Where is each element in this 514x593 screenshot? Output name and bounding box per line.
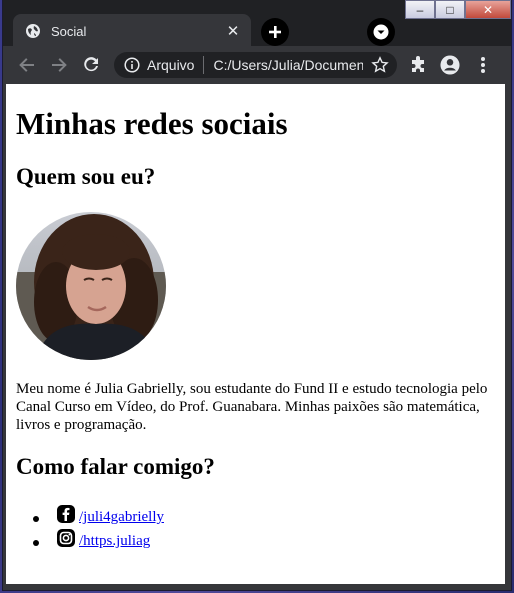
omnibox-divider	[203, 56, 205, 74]
reload-icon[interactable]	[81, 55, 101, 75]
avatar	[16, 212, 166, 360]
new-tab-button[interactable]	[261, 18, 289, 46]
puzzle-icon[interactable]	[408, 55, 428, 75]
window-controls: – □ ✕	[405, 0, 511, 20]
instagram-link[interactable]: /https.juliag	[79, 533, 150, 550]
omnibox-label: Arquivo	[147, 57, 195, 73]
about-heading: Quem sou eu?	[16, 164, 156, 189]
plus-icon	[269, 26, 281, 38]
list-item: /juli4gabrielly	[16, 502, 164, 526]
tab-title: Social	[51, 23, 87, 39]
maximize-button[interactable]: □	[435, 0, 465, 19]
page-content: Minhas redes sociais Quem sou eu? Meu no…	[6, 84, 505, 584]
close-window-button[interactable]: ✕	[465, 0, 511, 19]
menu-icon[interactable]	[473, 55, 493, 75]
tab-close-icon[interactable]: ✕	[225, 22, 241, 40]
bio-paragraph: Meu nome é Julia Gabrielly, sou estudant…	[16, 381, 488, 433]
toolbar: Arquivo C:/Users/Julia/Documents/...	[3, 46, 511, 84]
window-bottom-border	[3, 584, 511, 590]
tab-search-button[interactable]	[367, 18, 395, 46]
browser-window: Social ✕ – □ ✕ Arquivo C:/Users/Julia/Do…	[3, 0, 511, 590]
profile-icon[interactable]	[440, 55, 460, 75]
forward-icon[interactable]	[49, 55, 69, 75]
contact-heading: Como falar comigo?	[16, 454, 215, 479]
facebook-link[interactable]: /juli4gabrielly	[79, 509, 164, 526]
chevron-down-circle-icon	[373, 24, 389, 40]
omnibox[interactable]: Arquivo C:/Users/Julia/Documents/...	[114, 52, 397, 78]
back-icon[interactable]	[17, 55, 37, 75]
instagram-icon	[57, 529, 75, 547]
url-text[interactable]: C:/Users/Julia/Documents/...	[213, 57, 363, 73]
minimize-button[interactable]: –	[405, 0, 435, 19]
tab-social[interactable]: Social ✕	[13, 14, 251, 48]
globe-icon	[26, 24, 40, 38]
star-icon[interactable]	[371, 56, 389, 74]
tab-strip: Social ✕ – □ ✕	[3, 0, 511, 48]
page-title: Minhas redes sociais	[16, 106, 288, 141]
social-links-list: /juli4gabrielly /https.juliag	[16, 502, 164, 550]
facebook-icon	[57, 505, 75, 523]
info-icon[interactable]	[124, 57, 140, 73]
list-item: /https.juliag	[16, 526, 164, 550]
